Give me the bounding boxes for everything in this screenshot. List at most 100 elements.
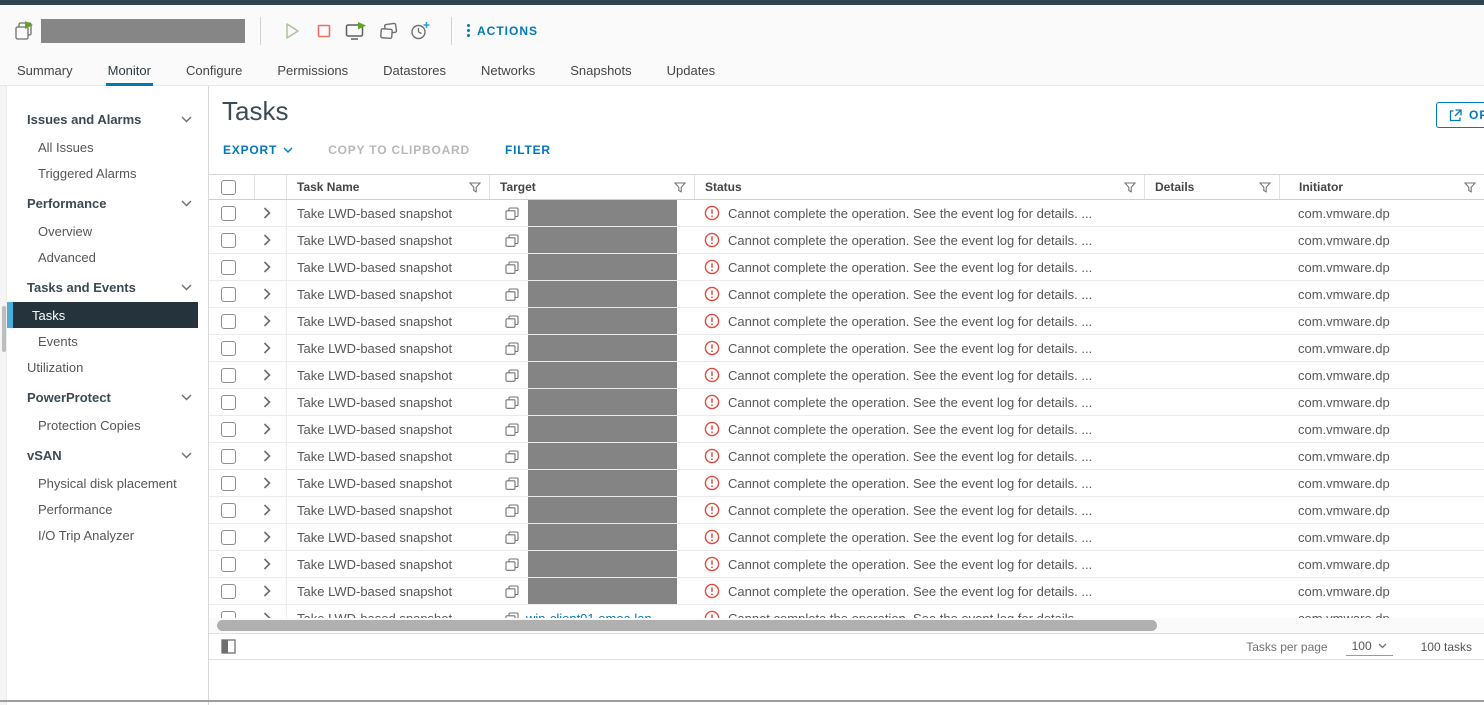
initiator-cell: com.vmware.dp (1279, 605, 1484, 618)
nav-scrollbar-thumb[interactable] (2, 306, 6, 352)
expand-row-button[interactable] (254, 524, 286, 550)
expand-row-button[interactable] (254, 362, 286, 388)
filter-funnel-icon[interactable] (1259, 182, 1271, 193)
row-checkbox[interactable] (221, 233, 236, 248)
filter-funnel-icon[interactable] (1464, 182, 1476, 193)
tab-configure[interactable]: Configure (184, 56, 244, 85)
tab-networks[interactable]: Networks (479, 56, 537, 85)
tab-datastores[interactable]: Datastores (381, 56, 448, 85)
open-in-new-window-button[interactable]: OP (1436, 102, 1484, 128)
error-icon (704, 232, 720, 248)
expand-row-button[interactable] (254, 389, 286, 415)
table-row[interactable]: Take LWD-based snapshot (209, 497, 1484, 524)
expand-row-button[interactable] (254, 470, 286, 496)
horizontal-scrollbar-thumb[interactable] (217, 620, 1157, 631)
sidebar-item-all-issues[interactable]: All Issues (7, 134, 208, 160)
expand-row-button[interactable] (254, 497, 286, 523)
row-checkbox[interactable] (221, 476, 236, 491)
tab-snapshots[interactable]: Snapshots (568, 56, 633, 85)
table-row[interactable]: Take LWD-based snapshot (209, 308, 1484, 335)
expand-row-button[interactable] (254, 551, 286, 577)
table-row[interactable]: Take LWD-based snapshot (209, 524, 1484, 551)
filter-funnel-icon[interactable] (1124, 182, 1136, 193)
target-redaction (528, 227, 677, 253)
expand-row-button[interactable] (254, 605, 286, 618)
expand-row-button[interactable] (254, 416, 286, 442)
tab-updates[interactable]: Updates (665, 56, 717, 85)
sidebar-item-utilization[interactable]: Utilization (7, 354, 208, 380)
target-redaction (528, 335, 677, 361)
row-checkbox[interactable] (221, 611, 236, 619)
expand-row-button[interactable] (254, 308, 286, 334)
sidebar-item-performance[interactable]: Performance (7, 190, 208, 216)
table-row[interactable]: Take LWD-based snapshot (209, 578, 1484, 605)
take-snapshot-button[interactable] (407, 18, 433, 44)
filter-funnel-icon[interactable] (469, 182, 481, 193)
row-checkbox[interactable] (221, 503, 236, 518)
power-on-button[interactable] (279, 18, 305, 44)
table-row[interactable]: Take LWD-based snapshot (209, 254, 1484, 281)
sidebar-item-events[interactable]: Events (7, 328, 208, 354)
tab-permissions[interactable]: Permissions (275, 56, 350, 85)
sidebar-item-vsan[interactable]: vSAN (7, 442, 208, 468)
row-checkbox[interactable] (221, 395, 236, 410)
launch-console-button[interactable] (343, 18, 369, 44)
sidebar-item-issues-and-alarms[interactable]: Issues and Alarms (7, 106, 208, 132)
export-button[interactable]: EXPORT (223, 143, 293, 157)
row-checkbox[interactable] (221, 206, 236, 221)
table-row[interactable]: Take LWD-based snapshot (209, 200, 1484, 227)
table-row[interactable]: Take LWD-based snapshot (209, 389, 1484, 416)
sidebar-item-powerprotect[interactable]: PowerProtect (7, 384, 208, 410)
column-picker-button[interactable] (221, 639, 236, 654)
copy-to-clipboard-button[interactable]: COPY TO CLIPBOARD (328, 143, 470, 157)
table-row[interactable]: Take LWD-based snapshot (209, 416, 1484, 443)
tab-summary[interactable]: Summary (15, 56, 75, 85)
migrate-button[interactable] (375, 18, 401, 44)
per-page-select[interactable]: 100 (1346, 637, 1393, 656)
chevron-right-icon (263, 558, 271, 570)
initiator-cell: com.vmware.dp (1279, 551, 1484, 577)
filter-button[interactable]: FILTER (505, 143, 551, 157)
row-checkbox[interactable] (221, 557, 236, 572)
table-row[interactable]: Take LWD-based snapshot (209, 281, 1484, 308)
table-row[interactable]: Take LWD-based snapshot (209, 335, 1484, 362)
sidebar-item-overview[interactable]: Overview (7, 218, 208, 244)
table-row[interactable]: Take LWD-based snapshot (209, 443, 1484, 470)
row-checkbox[interactable] (221, 341, 236, 356)
table-row[interactable]: Take LWD-based snapshot (209, 227, 1484, 254)
row-checkbox[interactable] (221, 260, 236, 275)
expand-row-button[interactable] (254, 227, 286, 253)
table-row[interactable]: Take LWD-based snapshot (209, 551, 1484, 578)
expand-row-button[interactable] (254, 254, 286, 280)
sidebar-item-triggered-alarms[interactable]: Triggered Alarms (7, 160, 208, 186)
sidebar-item-i-o-trip-analyzer[interactable]: I/O Trip Analyzer (7, 522, 208, 548)
row-checkbox[interactable] (221, 368, 236, 383)
sidebar-item-tasks-and-events[interactable]: Tasks and Events (7, 274, 208, 300)
actions-menu-button[interactable]: ACTIONS (467, 24, 538, 38)
row-checkbox[interactable] (221, 422, 236, 437)
expand-row-button[interactable] (254, 443, 286, 469)
table-row[interactable]: Take LWD-based snapshot win-client01.eme… (209, 605, 1484, 618)
row-checkbox[interactable] (221, 530, 236, 545)
sidebar-item-performance[interactable]: Performance (7, 496, 208, 522)
filter-funnel-icon[interactable] (674, 182, 686, 193)
power-off-button[interactable] (311, 18, 337, 44)
expand-row-button[interactable] (254, 578, 286, 604)
sidebar-item-advanced[interactable]: Advanced (7, 244, 208, 270)
target-link[interactable]: win-client01.emea.lan (526, 611, 652, 619)
row-checkbox[interactable] (221, 287, 236, 302)
sidebar-item-protection-copies[interactable]: Protection Copies (7, 412, 208, 438)
sidebar-item-physical-disk-placement[interactable]: Physical disk placement (7, 470, 208, 496)
sidebar-item-tasks[interactable]: Tasks (7, 302, 198, 328)
vm-icon (505, 234, 519, 247)
row-checkbox[interactable] (221, 449, 236, 464)
select-all-checkbox[interactable] (221, 180, 236, 195)
tab-monitor[interactable]: Monitor (106, 56, 153, 85)
table-row[interactable]: Take LWD-based snapshot (209, 470, 1484, 497)
expand-row-button[interactable] (254, 335, 286, 361)
expand-row-button[interactable] (254, 200, 286, 226)
expand-row-button[interactable] (254, 281, 286, 307)
row-checkbox[interactable] (221, 584, 236, 599)
table-row[interactable]: Take LWD-based snapshot (209, 362, 1484, 389)
row-checkbox[interactable] (221, 314, 236, 329)
